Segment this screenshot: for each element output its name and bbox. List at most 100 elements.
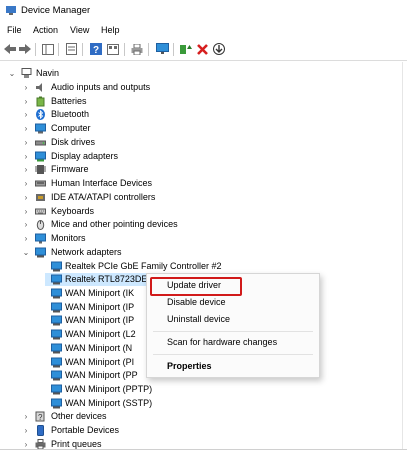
tree-category[interactable]: › Human Interface Devices	[0, 177, 200, 190]
network-adapter-item[interactable]: WAN Miniport (SSTP)	[0, 397, 152, 410]
tree-category[interactable]: › Firmware	[0, 163, 200, 176]
network-adapter-icon	[51, 384, 62, 395]
tree-category-label: Batteries	[51, 96, 87, 106]
disk-drive-icon	[35, 140, 46, 146]
show-hide-tree-icon[interactable]	[41, 42, 55, 56]
tree-category-label: Display adapters	[51, 151, 119, 161]
tree-category-label: Portable Devices	[51, 425, 120, 435]
uninstall-x-icon[interactable]	[195, 42, 209, 56]
tree-category-label: Bluetooth	[51, 109, 90, 119]
menu-view[interactable]: View	[70, 25, 89, 35]
chevron-right-icon[interactable]: ›	[22, 410, 30, 423]
title-bar: Device Manager	[0, 0, 407, 22]
menu-disable-device[interactable]: Disable device	[167, 296, 226, 309]
tree-root-label: Navin	[36, 68, 60, 78]
status-bar-divider	[0, 449, 407, 450]
network-adapter-item[interactable]: WAN Miniport (PP	[0, 369, 150, 382]
update-view-icon[interactable]	[106, 42, 120, 56]
tree-category[interactable]: › Monitors	[0, 232, 200, 245]
network-adapter-item[interactable]: WAN Miniport (PI	[0, 356, 150, 369]
network-adapter-label: WAN Miniport (L2	[65, 329, 136, 339]
tree-category[interactable]: › IDE ATA/ATAPI controllers	[0, 191, 200, 204]
network-adapter-icon	[51, 288, 62, 299]
chevron-right-icon[interactable]: ›	[22, 205, 30, 218]
hid-icon	[35, 180, 46, 187]
menu-scan-hardware[interactable]: Scan for hardware changes	[167, 336, 277, 349]
tree-category[interactable]: › Bluetooth	[0, 108, 200, 121]
network-adapter-item[interactable]: WAN Miniport (IP	[0, 314, 150, 327]
tree-category-label: Keyboards	[51, 206, 95, 216]
network-adapter-icon	[51, 370, 62, 381]
network-adapter-item-selected[interactable]: Realtek RTL8723DE	[0, 273, 150, 286]
properties-icon[interactable]	[64, 42, 78, 56]
menu-bar: File Action View Help	[0, 22, 407, 39]
tree-category[interactable]: › Disk drives	[0, 136, 200, 149]
chevron-right-icon[interactable]: ›	[22, 232, 30, 245]
tree-category[interactable]: › Keyboards	[0, 205, 200, 218]
tree-category[interactable]: › Audio inputs and outputs	[0, 81, 200, 94]
svg-text:?: ?	[93, 45, 99, 55]
window-title: Device Manager	[21, 5, 91, 16]
chevron-right-icon[interactable]: ›	[22, 218, 30, 231]
firmware-icon	[35, 165, 46, 174]
tree-category-label: Human Interface Devices	[51, 178, 153, 188]
tree-category-label: Monitors	[51, 233, 86, 243]
menu-update-driver[interactable]: Update driver	[167, 279, 221, 292]
context-menu-divider	[153, 331, 313, 332]
chevron-right-icon[interactable]: ›	[22, 95, 30, 108]
tree-category-label: Other devices	[51, 411, 107, 421]
chevron-down-icon[interactable]: ⌄	[8, 67, 16, 80]
network-adapter-label: WAN Miniport (N	[65, 343, 133, 353]
back-arrow-icon[interactable]	[3, 42, 17, 56]
chevron-right-icon[interactable]: ›	[22, 136, 30, 149]
menu-uninstall-device[interactable]: Uninstall device	[167, 313, 230, 326]
menu-help[interactable]: Help	[101, 25, 120, 35]
tree-category-label: Network adapters	[51, 247, 122, 257]
toolbar-divider	[35, 43, 36, 56]
network-adapter-item[interactable]: WAN Miniport (PPTP)	[0, 383, 152, 396]
portable-device-icon	[37, 425, 44, 436]
tree-category[interactable]: › Batteries	[0, 95, 200, 108]
tree-category-expanded[interactable]: ⌄ Network adapters	[0, 246, 200, 259]
computer-root-icon	[21, 68, 32, 78]
download-icon[interactable]	[212, 42, 226, 56]
tree-root[interactable]: ⌄ Navin	[0, 67, 200, 80]
network-adapter-item[interactable]: WAN Miniport (L2	[0, 328, 150, 341]
tree-category-label: Computer	[51, 123, 91, 133]
chevron-right-icon[interactable]: ›	[22, 122, 30, 135]
menu-properties[interactable]: Properties	[167, 360, 212, 373]
network-adapter-item[interactable]: WAN Miniport (N	[0, 342, 150, 355]
menu-file[interactable]: File	[7, 25, 22, 35]
tree-category-label: Audio inputs and outputs	[51, 82, 151, 92]
tree-category[interactable]: › ? Other devices	[0, 410, 200, 423]
battery-icon	[36, 96, 45, 107]
tree-category[interactable]: › Display adapters	[0, 150, 200, 163]
print-icon[interactable]	[130, 42, 144, 56]
ide-controller-icon	[36, 194, 45, 201]
network-adapter-item[interactable]: WAN Miniport (IK	[0, 287, 150, 300]
tree-category[interactable]: › Portable Devices	[0, 424, 200, 437]
tree-category[interactable]: › Computer	[0, 122, 200, 135]
forward-arrow-icon[interactable]	[18, 42, 32, 56]
chevron-right-icon[interactable]: ›	[22, 177, 30, 190]
tree-category[interactable]: › Mice and other pointing devices	[0, 218, 200, 231]
chevron-right-icon[interactable]: ›	[22, 163, 30, 176]
network-adapter-label: WAN Miniport (PP	[65, 370, 138, 380]
network-adapter-label: Realtek RTL8723DE	[65, 274, 148, 284]
network-adapter-label: WAN Miniport (IP	[65, 302, 135, 312]
chevron-right-icon[interactable]: ›	[22, 191, 30, 204]
speaker-icon	[36, 83, 42, 92]
chevron-right-icon[interactable]: ›	[22, 81, 30, 94]
update-driver-icon[interactable]	[179, 42, 193, 56]
chevron-down-icon[interactable]: ⌄	[22, 246, 30, 259]
tree-category-label: Firmware	[51, 164, 89, 174]
network-adapter-item[interactable]: WAN Miniport (IP	[0, 301, 150, 314]
chevron-right-icon[interactable]: ›	[22, 108, 30, 121]
network-adapter-item[interactable]: Realtek PCIe GbE Family Controller #2	[0, 260, 230, 273]
help-icon[interactable]: ?	[89, 42, 103, 56]
network-adapter-icon	[51, 315, 62, 326]
scan-monitor-icon[interactable]	[155, 42, 169, 56]
chevron-right-icon[interactable]: ›	[22, 424, 30, 437]
chevron-right-icon[interactable]: ›	[22, 150, 30, 163]
menu-action[interactable]: Action	[33, 25, 58, 35]
